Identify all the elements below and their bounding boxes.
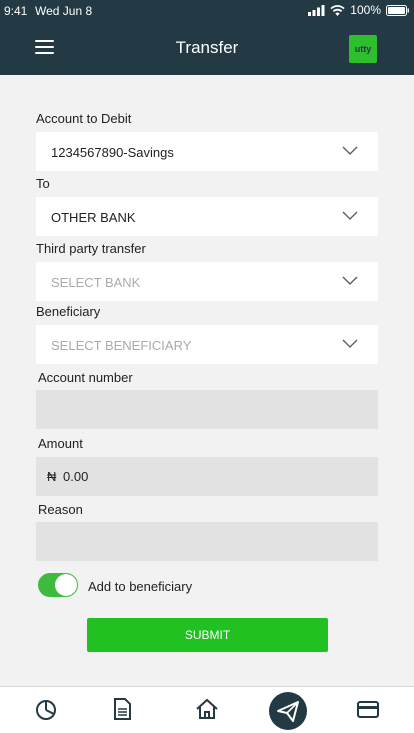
- debit-account-value: 1234567890-Savings: [51, 145, 174, 160]
- status-time: 9:41: [4, 4, 28, 18]
- status-date: Wed Jun 8: [35, 4, 93, 18]
- amount-value: 0.00: [63, 469, 89, 484]
- chevron-down-icon: [342, 339, 358, 348]
- tab-transfer[interactable]: [269, 692, 307, 730]
- add-beneficiary-toggle[interactable]: [38, 573, 78, 597]
- brand-logo: utty: [349, 35, 377, 63]
- chevron-down-icon: [342, 211, 358, 220]
- to-select[interactable]: OTHER BANK: [36, 197, 378, 236]
- chevron-down-icon: [342, 276, 358, 285]
- reason-label: Reason: [38, 502, 83, 517]
- document-icon: [114, 698, 131, 720]
- chevron-down-icon: [342, 146, 358, 155]
- account-number-input[interactable]: [36, 390, 378, 429]
- debit-account-label: Account to Debit: [36, 111, 132, 126]
- bottom-tab-bar: [0, 686, 414, 733]
- tab-cards[interactable]: [356, 697, 380, 721]
- nav-bar: Transfer utty: [0, 22, 414, 75]
- wifi-icon: [330, 4, 345, 16]
- battery-icon: [386, 4, 409, 16]
- account-number-label: Account number: [38, 370, 133, 385]
- card-icon: [357, 701, 379, 718]
- home-icon: [196, 698, 218, 719]
- to-label: To: [36, 176, 50, 191]
- tab-statements[interactable]: [110, 697, 134, 721]
- amount-input[interactable]: ₦ 0.00: [36, 457, 378, 496]
- beneficiary-label: Beneficiary: [36, 304, 101, 319]
- bank-placeholder: SELECT BANK: [51, 275, 141, 290]
- submit-button[interactable]: SUBMIT: [87, 618, 328, 652]
- signal-icon: [308, 4, 325, 16]
- tab-home[interactable]: [195, 697, 219, 721]
- pie-chart-icon: [36, 700, 56, 720]
- beneficiary-select[interactable]: SELECT BENEFICIARY: [36, 325, 378, 364]
- add-beneficiary-label: Add to beneficiary: [88, 579, 193, 594]
- send-icon: [277, 701, 299, 722]
- debit-account-select[interactable]: 1234567890-Savings: [36, 132, 378, 171]
- third-party-label: Third party transfer: [36, 241, 146, 256]
- status-bar: 9:41 Wed Jun 8 100%: [0, 0, 414, 22]
- reason-input[interactable]: [36, 522, 378, 561]
- bank-select[interactable]: SELECT BANK: [36, 262, 378, 301]
- battery-percent: 100%: [350, 3, 381, 17]
- toggle-knob: [55, 574, 77, 596]
- tab-dashboard[interactable]: [34, 697, 58, 721]
- beneficiary-placeholder: SELECT BENEFICIARY: [51, 338, 192, 353]
- to-value: OTHER BANK: [51, 210, 136, 225]
- currency-symbol: ₦: [47, 469, 57, 484]
- amount-label: Amount: [38, 436, 83, 451]
